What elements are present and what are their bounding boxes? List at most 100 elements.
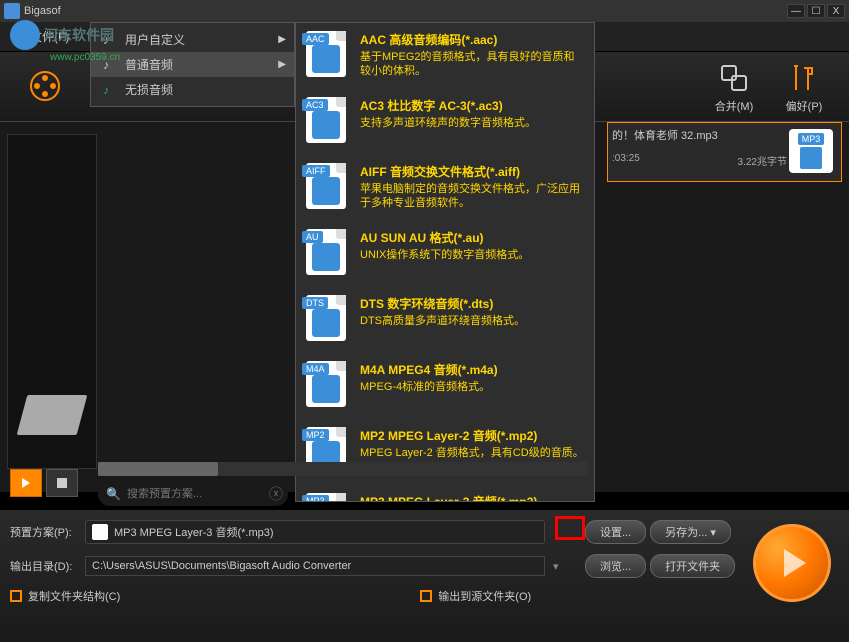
- prefs-button[interactable]: 偏好(P): [769, 60, 839, 114]
- browse-button[interactable]: 浏览...: [585, 554, 646, 578]
- preset-dropdown[interactable]: MP3 MPEG Layer-3 音频(*.mp3): [85, 520, 545, 544]
- format-title: MP3 MPEG Layer-3 音频(*.mp3): [360, 493, 584, 502]
- submenu-label: 普通音频: [125, 56, 173, 73]
- format-tag: AAC: [302, 33, 329, 45]
- format-title: MP2 MPEG Layer-2 音频(*.mp2): [360, 427, 584, 444]
- format-item-mp3[interactable]: MP3 MP3 MPEG Layer-3 音频(*.mp3) 流行的音频格式，具…: [296, 485, 594, 502]
- search-clear-icon[interactable]: ⓧ: [269, 484, 283, 504]
- format-tag: DTS: [302, 297, 328, 309]
- watermark-text: 河东软件园: [44, 25, 114, 45]
- app-icon: [4, 3, 20, 19]
- submenu-general-audio[interactable]: ♪ 普通音频 ▶: [91, 52, 294, 77]
- format-title: M4A MPEG4 音频(*.m4a): [360, 361, 584, 378]
- format-text: MP3 MPEG Layer-3 音频(*.mp3) 流行的音频格式，具有很好的…: [360, 493, 584, 502]
- mp3-icon: [92, 524, 108, 540]
- format-list-panel[interactable]: AAC AAC 高级音频编码(*.aac) 基于MPEG2的音频格式，具有良好的…: [295, 22, 595, 502]
- output-source-checkbox[interactable]: [420, 590, 432, 602]
- watermark: 河东软件园 www.pc0359.cn: [10, 20, 114, 50]
- format-item-au[interactable]: AU AU SUN AU 格式(*.au) UNIX操作系统下的数字音频格式。: [296, 221, 594, 287]
- titlebar: Bigasof — ☐ X: [0, 0, 849, 22]
- format-item-aac[interactable]: AAC AAC 高级音频编码(*.aac) 基于MPEG2的音频格式，具有良好的…: [296, 23, 594, 89]
- format-title: AU SUN AU 格式(*.au): [360, 229, 584, 246]
- watermark-icon: [10, 20, 40, 50]
- preview-art: [17, 395, 88, 435]
- format-desc: 支持多声道环绕声的数字音频格式。: [360, 116, 584, 130]
- merge-label: 合并(M): [715, 98, 754, 114]
- format-file-icon: AU: [306, 229, 350, 279]
- format-tag: AC3: [302, 99, 328, 111]
- dropdown-arrow-icon[interactable]: ▾: [553, 560, 581, 573]
- copy-structure-checkbox[interactable]: [10, 590, 22, 602]
- format-file-icon: AC3: [306, 97, 350, 147]
- format-file-icon: AIFF: [306, 163, 350, 213]
- format-text: AAC 高级音频编码(*.aac) 基于MPEG2的音频格式，具有良好的音质和较…: [360, 31, 584, 81]
- search-input[interactable]: [127, 488, 269, 500]
- play-controls: [10, 469, 78, 497]
- format-desc: 苹果电脑制定的音频交换文件格式，广泛应用于多种专业音频软件。: [360, 182, 584, 211]
- copy-structure-label: 复制文件夹结构(C): [28, 588, 120, 604]
- horizontal-scrollbar[interactable]: [98, 462, 588, 476]
- output-row: 输出目录(D): C:\Users\ASUS\Documents\Bigasof…: [10, 554, 839, 578]
- film-reel-icon: [27, 68, 63, 104]
- format-tag: M4A: [302, 363, 329, 375]
- format-tag: AIFF: [302, 165, 330, 177]
- window-controls: — ☐ X: [787, 4, 845, 18]
- submenu-user-custom[interactable]: ♪ 用户自定义 ▶: [91, 27, 294, 52]
- submenu-label: 用户自定义: [125, 31, 185, 48]
- preview-panel: [7, 134, 97, 469]
- minimize-button[interactable]: —: [787, 4, 805, 18]
- format-file-icon: MP3: [306, 493, 350, 502]
- maximize-button[interactable]: ☐: [807, 4, 825, 18]
- format-text: AU SUN AU 格式(*.au) UNIX操作系统下的数字音频格式。: [360, 229, 584, 279]
- format-text: AC3 杜比数字 AC-3(*.ac3) 支持多声道环绕声的数字音频格式。: [360, 97, 584, 147]
- format-file-icon: M4A: [306, 361, 350, 411]
- chevron-right-icon: ▶: [278, 34, 286, 45]
- format-tag: AU: [302, 231, 323, 243]
- file-duration: :03:25: [612, 153, 640, 168]
- merge-button[interactable]: 合并(M): [699, 60, 769, 114]
- file-size: 3.22兆字节: [738, 153, 787, 168]
- format-desc: DTS高质量多声道环绕音频格式。: [360, 314, 584, 328]
- preset-row: 预置方案(P): MP3 MPEG Layer-3 音频(*.mp3) 设置..…: [10, 520, 839, 544]
- output-path-field[interactable]: C:\Users\ASUS\Documents\Bigasoft Audio C…: [85, 556, 545, 576]
- format-title: AIFF 音频交换文件格式(*.aiff): [360, 163, 584, 180]
- submenu-label: 无损音频: [125, 81, 173, 98]
- format-desc: MPEG Layer-2 音频格式，具有CD级的音质。: [360, 446, 584, 460]
- format-item-m4a[interactable]: M4A M4A MPEG4 音频(*.m4a) MPEG-4标准的音频格式。: [296, 353, 594, 419]
- saveas-button[interactable]: 另存为... ▾: [650, 520, 731, 544]
- format-desc: UNIX操作系统下的数字音频格式。: [360, 248, 584, 262]
- format-title: DTS 数字环绕音频(*.dts): [360, 295, 584, 312]
- options-row: 复制文件夹结构(C) 输出到源文件夹(O): [10, 588, 839, 604]
- file-list-item[interactable]: 的！体育老师 32.mp3 :03:25 3.22兆字节 MP3: [607, 122, 842, 182]
- output-path: C:\Users\ASUS\Documents\Bigasoft Audio C…: [92, 560, 351, 572]
- badge-tag: MP3: [798, 133, 825, 145]
- convert-button[interactable]: [753, 524, 831, 602]
- submenu-lossless-audio[interactable]: ♪ 无损音频: [91, 77, 294, 102]
- format-item-ac3[interactable]: AC3 AC3 杜比数字 AC-3(*.ac3) 支持多声道环绕声的数字音频格式…: [296, 89, 594, 155]
- preset-value: MP3 MPEG Layer-3 音频(*.mp3): [114, 524, 274, 540]
- close-button[interactable]: X: [827, 4, 845, 18]
- tools-icon: [786, 60, 822, 96]
- watermark-url: www.pc0359.cn: [50, 52, 120, 63]
- music-note-icon: [800, 147, 822, 169]
- format-desc: MPEG-4标准的音频格式。: [360, 380, 584, 394]
- open-folder-button[interactable]: 打开文件夹: [650, 554, 735, 578]
- app-title: Bigasof: [24, 5, 61, 17]
- format-item-dts[interactable]: DTS DTS 数字环绕音频(*.dts) DTS高质量多声道环绕音频格式。: [296, 287, 594, 353]
- format-title: AC3 杜比数字 AC-3(*.ac3): [360, 97, 584, 114]
- category-submenu: ♪ 用户自定义 ▶ ♪ 普通音频 ▶ ♪ 无损音频: [90, 22, 295, 107]
- note-icon: ♪: [103, 83, 117, 97]
- format-tag: MP3: [302, 495, 329, 502]
- add-file-button[interactable]: [10, 68, 80, 106]
- search-bar: 🔍 ⓧ: [98, 482, 288, 506]
- play-button[interactable]: [10, 469, 42, 497]
- file-format-badge: MP3: [789, 129, 833, 173]
- format-title: AAC 高级音频编码(*.aac): [360, 31, 584, 48]
- scrollbar-thumb[interactable]: [98, 462, 218, 476]
- format-item-aiff[interactable]: AIFF AIFF 音频交换文件格式(*.aiff) 苹果电脑制定的音频交换文件…: [296, 155, 594, 221]
- stop-button[interactable]: [46, 469, 78, 497]
- settings-button[interactable]: 设置...: [585, 520, 646, 544]
- merge-icon: [716, 60, 752, 96]
- preset-label: 预置方案(P):: [10, 524, 85, 540]
- format-tag: MP2: [302, 429, 329, 441]
